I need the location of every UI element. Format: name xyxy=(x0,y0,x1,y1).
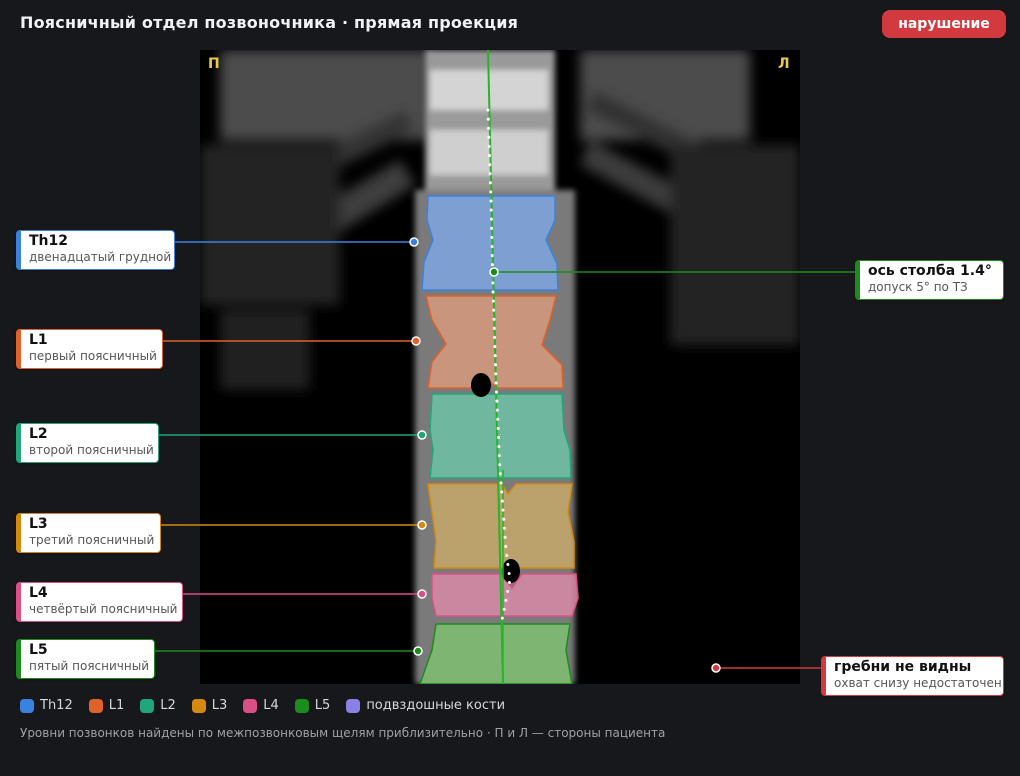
axis-angle-value: ось столба 1.4° xyxy=(868,263,992,279)
canal-gap xyxy=(471,373,491,397)
callout-l2-label: L2 xyxy=(29,426,48,442)
legend-item-th12[interactable]: Th12 xyxy=(20,698,73,713)
legend-item-l4[interactable]: L4 xyxy=(243,698,279,713)
legend-swatch xyxy=(346,698,361,713)
callout-l3-description: третий поясничный xyxy=(29,533,155,547)
legend-swatch xyxy=(243,698,258,713)
footnote: Уровни позвонков найдены по межпозвонков… xyxy=(20,726,666,740)
callout-l5[interactable]: L5 пятый поясничный xyxy=(16,639,155,679)
legend-label: L4 xyxy=(263,698,279,713)
legend-label: L5 xyxy=(314,698,331,713)
callout-l5-description: пятый поясничный xyxy=(29,659,149,673)
legend: Th12 L1 L2 L3 L4 L5 подвздошные кости xyxy=(20,698,505,713)
callout-l4-description: четвёртый поясничный xyxy=(29,602,178,616)
orientation-right-label: П xyxy=(208,56,220,72)
callout-l5-label: L5 xyxy=(29,642,48,658)
legend-item-l3[interactable]: L3 xyxy=(191,698,228,713)
callout-l2[interactable]: L2 второй поясничный xyxy=(16,423,159,463)
callout-l2-description: второй поясничный xyxy=(29,443,154,457)
callout-l3[interactable]: L3 третий поясничный xyxy=(16,513,161,553)
callout-th12-description: двенадцатый грудной xyxy=(29,250,172,264)
callout-th12-label: Th12 xyxy=(29,233,68,249)
legend-label: L1 xyxy=(108,698,125,713)
legend-swatch xyxy=(191,698,206,713)
legend-swatch xyxy=(140,698,155,713)
legend-item-l2[interactable]: L2 xyxy=(140,698,176,713)
callout-spine-axis[interactable]: ось столба 1.4° допуск 5° по ТЗ xyxy=(855,260,1004,300)
callout-l1[interactable]: L1 первый поясничный xyxy=(16,329,163,369)
status-badge[interactable]: нарушение xyxy=(882,10,1006,38)
crest-warning-title: гребни не видны xyxy=(834,659,972,675)
legend-swatch xyxy=(294,698,309,713)
legend-label: L2 xyxy=(160,698,176,713)
legend-label: Th12 xyxy=(40,698,73,713)
xray-canvas xyxy=(200,50,800,684)
legend-item-l1[interactable]: L1 xyxy=(88,698,125,713)
canal-gap xyxy=(502,559,520,583)
legend-label: подвздошные кости xyxy=(366,698,506,713)
crest-warning-note: охват снизу недостаточен xyxy=(834,676,1002,690)
vertebra-l3-mask xyxy=(427,483,575,569)
legend-item-l5[interactable]: L5 xyxy=(294,698,331,713)
callout-th12[interactable]: Th12 двенадцатый грудной xyxy=(16,230,175,270)
legend-label: L3 xyxy=(211,698,228,713)
legend-swatch xyxy=(88,698,103,713)
axis-tolerance-note: допуск 5° по ТЗ xyxy=(868,280,968,294)
legend-item-iliac[interactable]: подвздошные кости xyxy=(346,698,505,713)
callout-l1-description: первый поясничный xyxy=(29,349,157,363)
callout-l3-label: L3 xyxy=(29,516,48,532)
callout-iliac-crests[interactable]: гребни не видны охват снизу недостаточен xyxy=(821,656,1004,696)
vertebra-l5-mask xyxy=(419,623,573,684)
callout-l4[interactable]: L4 четвёртый поясничный xyxy=(16,582,183,622)
callout-l4-label: L4 xyxy=(29,585,48,601)
xray-image xyxy=(200,50,800,684)
legend-swatch xyxy=(20,698,34,713)
callout-l1-label: L1 xyxy=(29,332,48,348)
page-title: Поясничный отдел позвоночника · прямая п… xyxy=(20,13,519,32)
orientation-left-label: Л xyxy=(778,56,790,72)
